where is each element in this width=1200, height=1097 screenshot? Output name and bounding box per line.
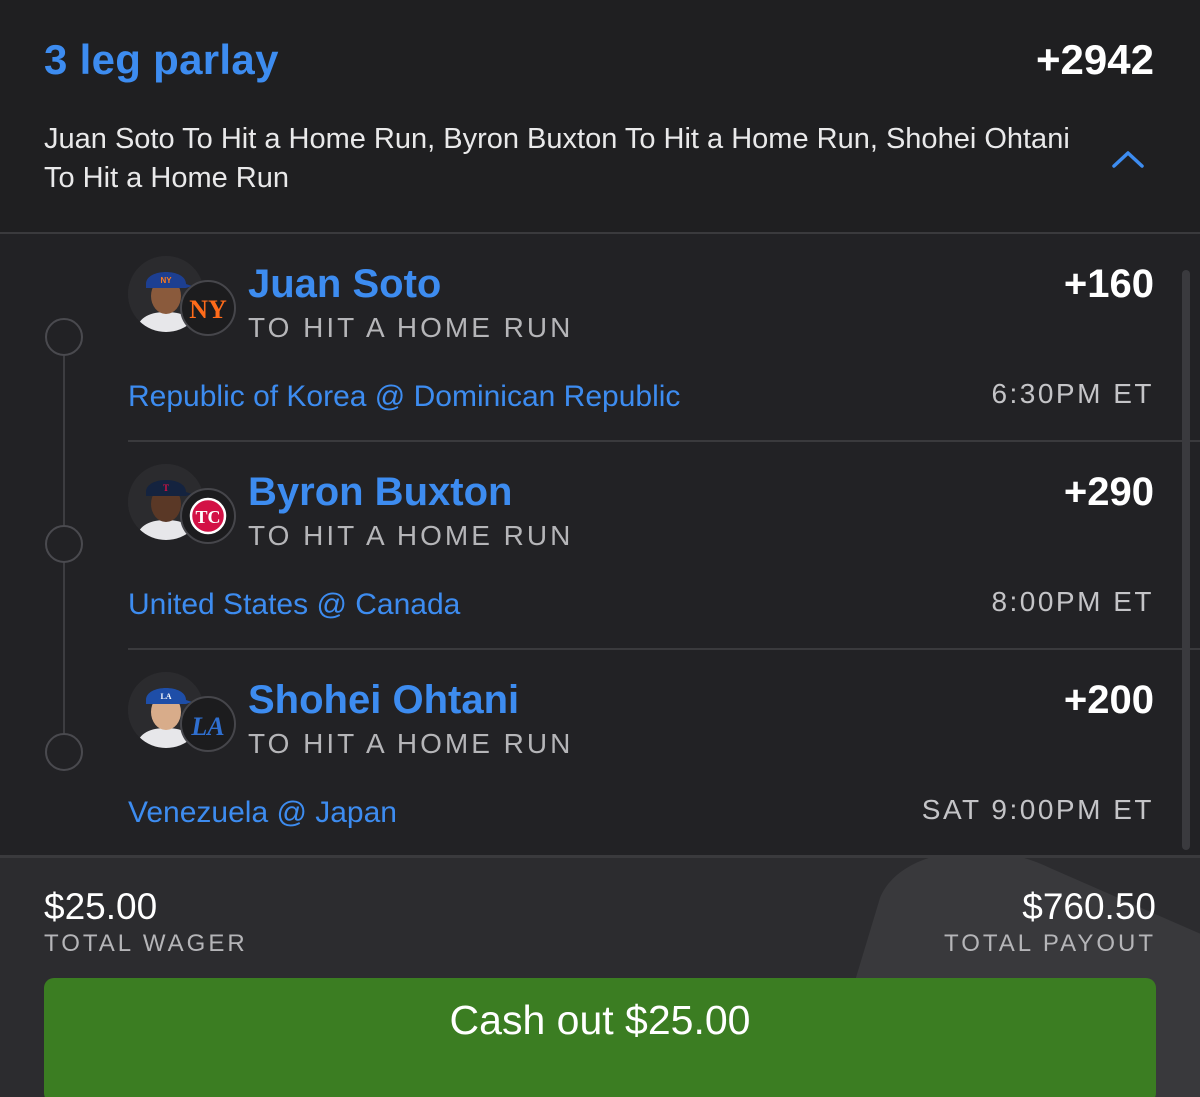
svg-text:T: T (163, 483, 169, 493)
svg-text:TC: TC (195, 507, 220, 527)
total-payout-label: TOTAL PAYOUT (943, 930, 1156, 957)
total-wager-amount: $25.00 (44, 886, 158, 927)
leg-item[interactable]: LA LA Shohei Ohtani TO HIT A HOME RUN +2… (0, 650, 1200, 858)
twins-logo-icon: TC (180, 488, 236, 544)
parlay-header[interactable]: 3 leg parlay +2942 Juan Soto To Hit a Ho… (0, 0, 1200, 232)
player-name[interactable]: Byron Buxton (248, 470, 512, 515)
game-time: SAT 9:00PM ET (921, 794, 1154, 825)
svg-text:NY: NY (189, 295, 227, 324)
player-name[interactable]: Shohei Ohtani (248, 678, 519, 723)
chevron-up-icon[interactable] (1110, 146, 1146, 172)
leg-item[interactable]: NY NY Juan Soto TO HIT A HOME RUN +160 R… (0, 234, 1200, 442)
cash-out-label: Cash out $25.00 (449, 997, 751, 1043)
leg-item[interactable]: T TC Byron Buxton TO HIT A HOME RUN +290… (0, 442, 1200, 650)
game-time: 6:30PM ET (991, 378, 1154, 409)
bet-slip-page: 3 leg parlay +2942 Juan Soto To Hit a Ho… (0, 0, 1200, 1097)
parlay-legs-list: NY NY Juan Soto TO HIT A HOME RUN +160 R… (0, 234, 1200, 856)
game-time: 8:00PM ET (991, 586, 1154, 617)
leg-odds: +200 (1063, 678, 1154, 722)
parlay-description: Juan Soto To Hit a Home Run, Byron Buxto… (44, 123, 1070, 194)
dodgers-logo-icon: LA (180, 696, 236, 752)
total-wager-label: TOTAL WAGER (44, 930, 248, 957)
svg-text:NY: NY (160, 276, 172, 285)
bet-summary-footer: $25.00 TOTAL WAGER $760.50 TOTAL PAYOUT … (0, 858, 1200, 1097)
svg-text:LA: LA (160, 692, 171, 701)
parlay-odds: +2942 (1036, 36, 1154, 83)
mets-logo-icon: NY (180, 280, 236, 336)
market-label: TO HIT A HOME RUN (248, 312, 574, 343)
cash-out-button[interactable]: Cash out $25.00 (44, 978, 1156, 1097)
total-payout-amount: $760.50 (1022, 886, 1156, 927)
player-name[interactable]: Juan Soto (248, 262, 441, 307)
leg-odds: +290 (1063, 470, 1154, 514)
parlay-title: 3 leg parlay (44, 36, 279, 83)
market-label: TO HIT A HOME RUN (248, 520, 574, 551)
svg-text:LA: LA (190, 712, 224, 741)
matchup-link[interactable]: Venezuela @ Japan (128, 796, 397, 830)
matchup-link[interactable]: Republic of Korea @ Dominican Republic (128, 380, 680, 414)
matchup-link[interactable]: United States @ Canada (128, 588, 460, 622)
scrollbar[interactable] (1182, 270, 1190, 850)
market-label: TO HIT A HOME RUN (248, 728, 574, 759)
leg-odds: +160 (1063, 262, 1154, 306)
